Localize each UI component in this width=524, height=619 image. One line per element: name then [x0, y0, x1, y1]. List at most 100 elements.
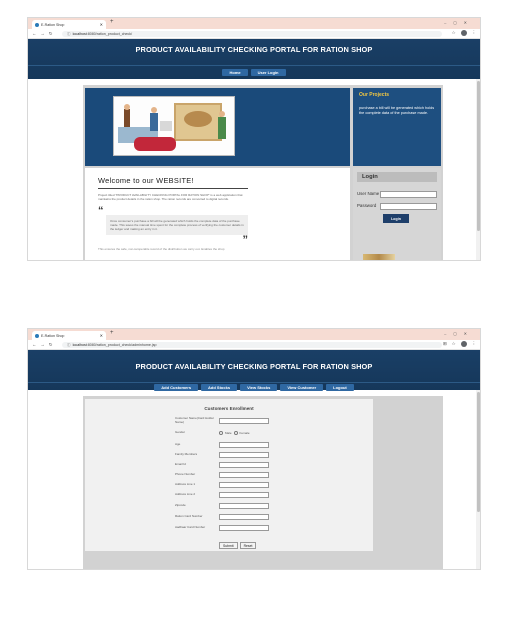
url-path: :8080/ration_product_check/adminhome.jsp	[86, 343, 157, 347]
info-icon: ⓘ	[67, 31, 71, 36]
browser-tab[interactable]: E-Ration Shop ✕	[32, 20, 106, 29]
welcome-underline	[98, 188, 248, 189]
scrollbar[interactable]	[476, 390, 480, 569]
login-panel: Login User Name Password Login	[353, 168, 441, 260]
submit-button[interactable]: Submit	[219, 542, 238, 549]
browser-tab[interactable]: E-Ration Shop ✕	[32, 331, 106, 340]
address1-input[interactable]	[219, 482, 269, 488]
welcome-footer-text: This ensures the safe, non-tamperable re…	[98, 246, 225, 251]
family-members-label: Family Members	[175, 452, 198, 457]
browser-window-home: E-Ration Shop ✕ + –◻✕ ←→↻ ⓘ localhost:80…	[27, 17, 481, 261]
header-divider	[28, 382, 480, 383]
tab-title: E-Ration Shop	[41, 22, 65, 27]
gender-label: Gender	[175, 430, 186, 435]
url-host: localhost	[72, 32, 87, 36]
content-area: Customers Enrollment Customer Name(Card …	[83, 396, 443, 569]
email-input[interactable]	[219, 462, 269, 468]
url-host: localhost	[72, 343, 87, 347]
form-title: Customers Enrollment	[204, 406, 254, 411]
scrollbar-thumb[interactable]	[476, 81, 480, 231]
tab-bar: E-Ration Shop ✕ + –◻✕	[28, 18, 480, 29]
main-menu: Home User Login	[28, 69, 480, 76]
quote-block: “ Once consumer's purchase a bill will b…	[98, 205, 249, 246]
aadhaar-input[interactable]	[219, 525, 269, 531]
star-icon[interactable]: ☆	[452, 341, 456, 347]
page-viewport: PRODUCT AVAILABILITY CHECKING PORTAL FOR…	[28, 350, 480, 569]
gender-female-radio[interactable]	[233, 431, 238, 435]
gender-male-label: Male	[225, 431, 232, 435]
gender-female-label: Female	[239, 431, 250, 435]
address-bar-row: ←→↻ ⓘ localhost:8080/ration_product_chec…	[28, 29, 480, 39]
age-label: Age	[175, 442, 181, 447]
family-members-input[interactable]	[219, 452, 269, 458]
admin-menu: Add Customers Add Stocks View Stocks Vie…	[28, 384, 480, 391]
window-controls[interactable]: –◻✕	[444, 20, 474, 25]
phone-label: Phone Number	[175, 472, 196, 477]
username-label: User Name	[357, 191, 380, 197]
window-controls[interactable]: –◻✕	[444, 331, 474, 336]
ration-card-input[interactable]	[219, 514, 269, 520]
gender-male-radio[interactable]	[219, 431, 223, 435]
close-tab-icon[interactable]: ✕	[100, 333, 103, 338]
site-title: PRODUCT AVAILABILITY CHECKING PORTAL FOR…	[135, 45, 373, 54]
tab-title: E-Ration Shop	[41, 333, 65, 338]
favicon-icon	[35, 333, 39, 338]
menu-logout[interactable]: Logout	[326, 384, 354, 391]
hero-banner	[85, 88, 350, 166]
reset-button[interactable]: Reset	[239, 542, 257, 549]
age-input[interactable]	[219, 442, 269, 448]
menu-dots-icon[interactable]: ⋮	[472, 341, 476, 347]
menu-dots-icon[interactable]: ⋮	[472, 30, 476, 36]
site-header: PRODUCT AVAILABILITY CHECKING PORTAL FOR…	[28, 350, 480, 391]
header-divider	[28, 65, 480, 66]
nav-buttons[interactable]: ←→↻	[32, 342, 56, 348]
content-area: Our Projects purchase a bill will be gen…	[83, 85, 443, 260]
new-tab-icon[interactable]: +	[110, 19, 114, 25]
quote-text: Once consumer's purchase a bill will be …	[106, 214, 248, 235]
scrollbar[interactable]	[476, 79, 480, 260]
close-tab-icon[interactable]: ✕	[100, 22, 103, 27]
menu-add-stocks[interactable]: Add Stocks	[201, 384, 238, 391]
login-button[interactable]: Login	[383, 214, 409, 223]
tab-bar: E-Ration Shop ✕ + –◻✕	[28, 329, 480, 340]
star-icon[interactable]: ☆	[452, 30, 456, 36]
url-field[interactable]: ⓘ localhost:8080/ration_product_check/	[62, 31, 442, 37]
username-input[interactable]	[380, 191, 437, 198]
nav-buttons[interactable]: ←→↻	[32, 31, 56, 37]
new-tab-icon[interactable]: +	[110, 330, 114, 336]
close-quote-icon: ”	[242, 233, 249, 246]
welcome-section: Welcome to our WEBSITE! Project titled "…	[85, 168, 350, 260]
menu-view-customer[interactable]: View Customer	[280, 384, 324, 391]
favicon-icon	[35, 22, 39, 27]
ration-shop-illustration	[113, 96, 235, 156]
site-header: PRODUCT AVAILABILITY CHECKING PORTAL FOR…	[28, 39, 480, 79]
browser-window-admin: E-Ration Shop ✕ + –◻✕ ←→↻ ⓘ localhost:80…	[27, 328, 481, 570]
profile-avatar[interactable]	[460, 341, 467, 347]
menu-add-customers[interactable]: Add Customers	[154, 384, 199, 391]
address2-input[interactable]	[219, 492, 269, 498]
info-icon: ⓘ	[67, 342, 71, 347]
scrollbar-thumb[interactable]	[476, 392, 480, 512]
zipcode-input[interactable]	[219, 503, 269, 509]
email-label: Email Id	[175, 462, 186, 467]
welcome-paragraph: Project titled "PRODUCT AVAILABILITY CHE…	[98, 193, 243, 201]
menu-view-stocks[interactable]: View Stocks	[240, 384, 278, 391]
address2-label: Address Line 2	[175, 492, 196, 497]
url-path: :8080/ration_product_check/	[86, 32, 133, 36]
url-field[interactable]: ⓘ localhost:8080/ration_product_check/ad…	[62, 342, 442, 348]
our-projects-title: Our Projects	[359, 92, 390, 98]
ration-card-label: Ration Card Number	[175, 514, 203, 519]
phone-input[interactable]	[219, 472, 269, 478]
thumbnail-image	[363, 254, 395, 260]
menu-user-login[interactable]: User Login	[250, 69, 286, 76]
translate-icon[interactable]: ⊞	[443, 341, 447, 347]
address1-label: Address Line 1	[175, 482, 196, 487]
address-bar-row: ←→↻ ⓘ localhost:8080/ration_product_chec…	[28, 340, 480, 350]
menu-home[interactable]: Home	[222, 69, 248, 76]
customer-name-input[interactable]	[219, 417, 269, 424]
our-projects-panel: Our Projects purchase a bill will be gen…	[353, 88, 441, 166]
password-input[interactable]	[380, 203, 437, 210]
profile-avatar[interactable]	[460, 30, 467, 36]
site-title: PRODUCT AVAILABILITY CHECKING PORTAL FOR…	[135, 362, 373, 371]
our-projects-text: purchase a bill will be generated which …	[359, 106, 435, 116]
